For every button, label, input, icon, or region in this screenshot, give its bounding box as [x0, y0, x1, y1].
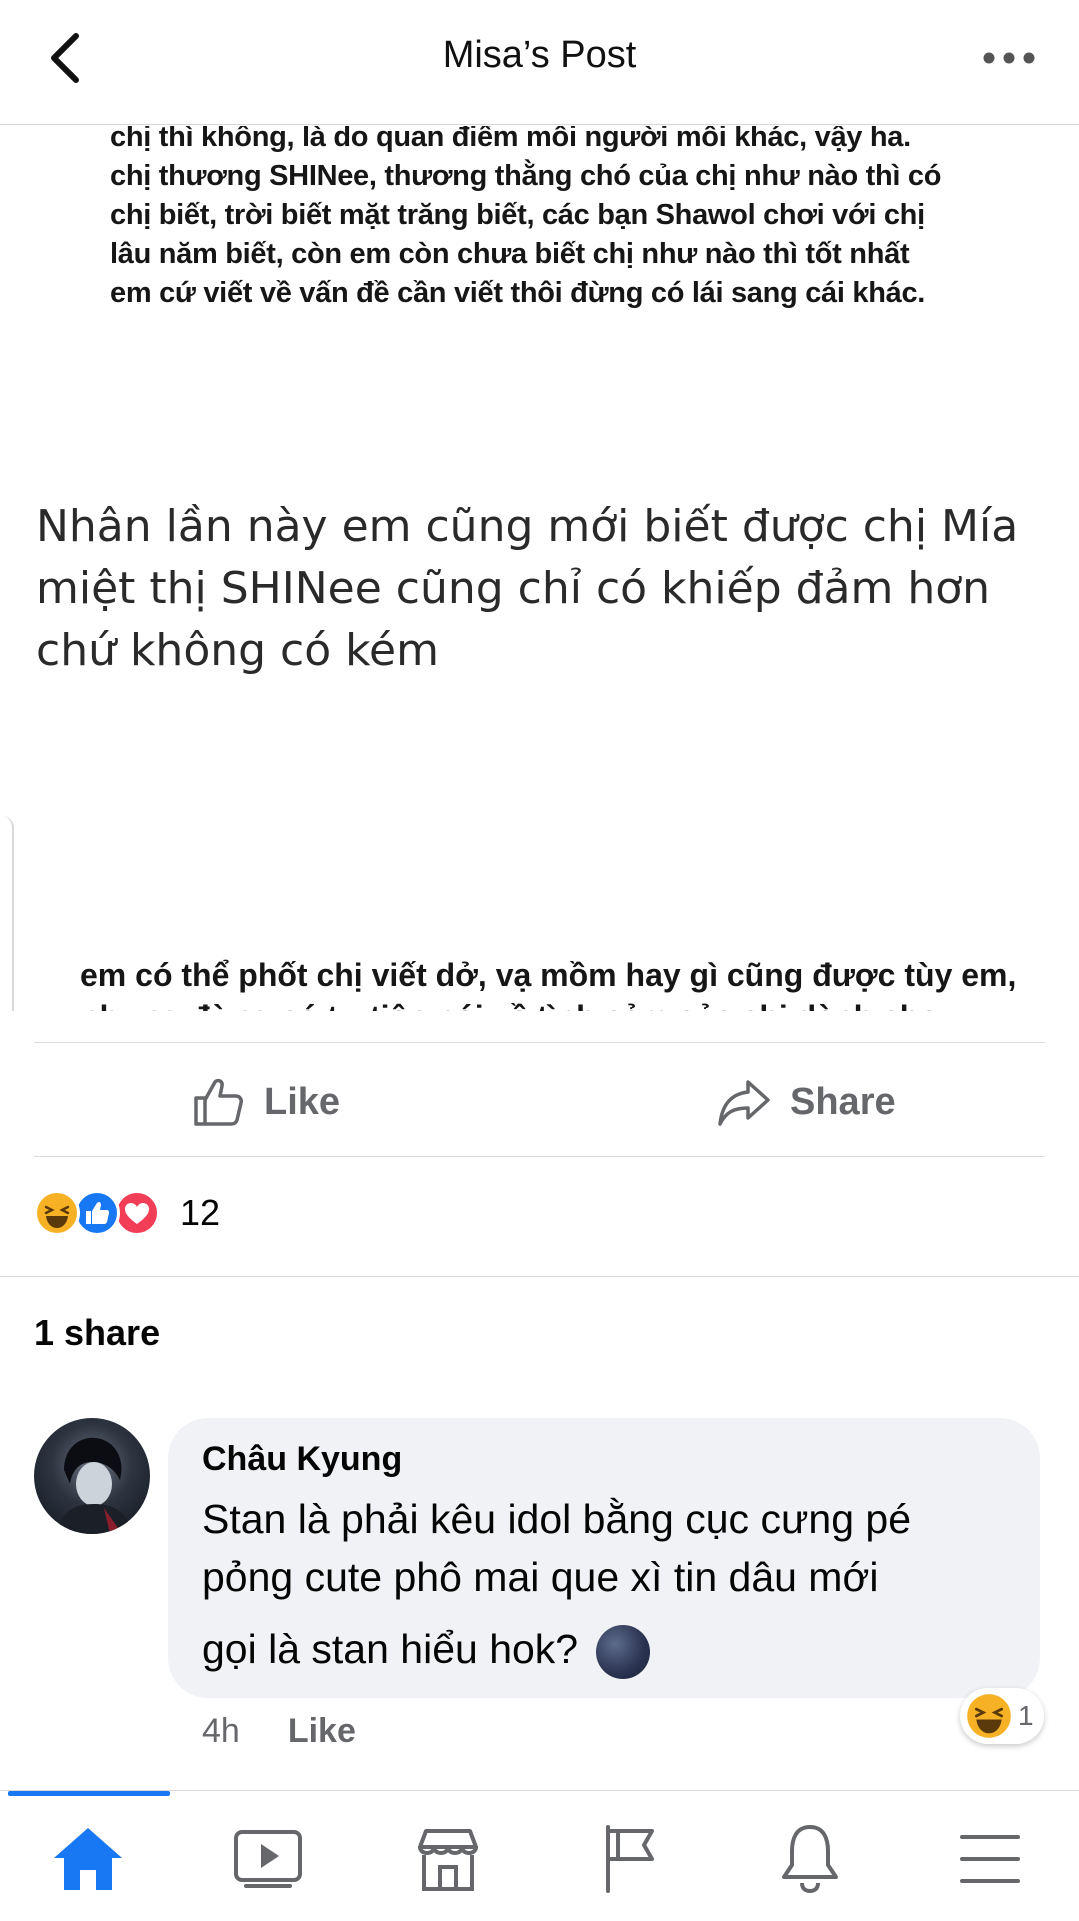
divider — [0, 1276, 1079, 1277]
comment-reaction-badge[interactable]: 1 — [960, 1688, 1044, 1744]
haha-reaction-icon — [967, 1694, 1011, 1738]
image-text-line: Nhân lần này em cũng mới biết được chị M… — [36, 501, 1019, 552]
comment-author[interactable]: Châu Kyung — [202, 1440, 402, 1479]
shop-icon — [418, 1829, 478, 1891]
new-moon-face-icon — [595, 1625, 650, 1680]
share-arrow-icon — [718, 1080, 770, 1126]
page-title: Misa’s Post — [442, 34, 637, 76]
hamburger-menu-icon — [960, 1835, 1020, 1883]
share-button[interactable]: Share — [716, 1072, 896, 1132]
flag-icon — [606, 1825, 654, 1893]
avatar[interactable] — [34, 1418, 150, 1534]
like-label: Like — [264, 1080, 341, 1123]
like-reaction-icon — [74, 1190, 120, 1236]
nav-menu[interactable] — [944, 1813, 1036, 1905]
image-text-line: em có thể phốt chị viết dở, vạ mồm hay g… — [80, 957, 1017, 993]
top-bar: Misa’s Post — [0, 0, 1079, 125]
image-bottom-paragraph: em có thể phốt chị viết dở, vạ mồm hay g… — [80, 954, 1040, 1011]
image-text-line: chị thương SHINee, thương thằng chó của … — [110, 160, 942, 192]
nav-marketplace[interactable] — [402, 1813, 494, 1905]
bell-icon — [782, 1825, 838, 1894]
image-text-line: chị thì không, là do quan điểm mỗi người… — [110, 126, 911, 153]
reaction-count: 12 — [180, 1192, 221, 1233]
bottom-nav — [0, 1790, 1079, 1921]
haha-reaction-icon — [34, 1190, 80, 1236]
share-label: Share — [790, 1080, 896, 1123]
comment-like-button[interactable]: Like — [288, 1712, 356, 1751]
video-play-icon — [234, 1830, 302, 1888]
thumbs-up-icon — [194, 1078, 243, 1126]
image-text-line: lâu năm biết, còn em còn chưa biết chị n… — [110, 238, 910, 270]
comment-time[interactable]: 4h — [202, 1712, 240, 1751]
reactions-summary[interactable]: 12 — [34, 1190, 220, 1236]
image-text-line: chứ không có kém — [36, 625, 439, 676]
image-top-paragraph: chị thì không, là do quan điểm mỗi người… — [110, 126, 1010, 313]
more-options-button[interactable] — [979, 40, 1039, 76]
shares-count[interactable]: 1 share — [34, 1312, 160, 1354]
comment-reaction-count: 1 — [1018, 1700, 1034, 1731]
image-text-line: em cứ viết về vấn đề cần viết thôi đừng … — [110, 277, 926, 309]
comment-text-line: Stan là phải kêu idol bằng cục cưng pé — [202, 1496, 911, 1542]
comment-text: Stan là phải kêu idol bằng cục cưng pé p… — [202, 1490, 1012, 1680]
divider — [34, 1156, 1045, 1157]
active-tab-indicator — [8, 1791, 170, 1796]
comment-bubble[interactable]: Châu Kyung Stan là phải kêu idol bằng cụ… — [168, 1418, 1040, 1698]
nav-notifications[interactable] — [764, 1813, 856, 1905]
divider — [34, 1042, 1045, 1043]
comment-text-line-wrap: gọi là stan hiểu hok? — [202, 1620, 1012, 1680]
nav-home[interactable] — [42, 1813, 134, 1905]
like-button[interactable]: Like — [190, 1072, 340, 1132]
more-dots-icon — [983, 52, 1035, 64]
image-edge-decoration — [0, 816, 14, 1011]
image-middle-text: Nhân lần này em cũng mới biết được chị M… — [36, 496, 1046, 682]
image-text-line: miệt thị SHINee cũng chỉ có khiếp đảm hơ… — [36, 563, 991, 614]
home-icon — [54, 1828, 122, 1890]
nav-watch[interactable] — [222, 1813, 314, 1905]
post-image[interactable]: chị thì không, là do quan điểm mỗi người… — [0, 126, 1079, 1011]
love-reaction-icon — [114, 1190, 160, 1236]
image-text-line: chị biết, trời biết mặt trăng biết, các … — [110, 199, 925, 231]
comment-text-line: pỏng cute phô mai que xì tin dâu mới — [202, 1554, 879, 1600]
comment-text-line: gọi là stan hiểu hok? — [202, 1626, 579, 1672]
image-text-line: nhưng đừng có tự tiện nói về tình cảm củ… — [80, 996, 1040, 1011]
nav-pages[interactable] — [584, 1813, 676, 1905]
comment-meta: 4h Like — [202, 1712, 356, 1751]
